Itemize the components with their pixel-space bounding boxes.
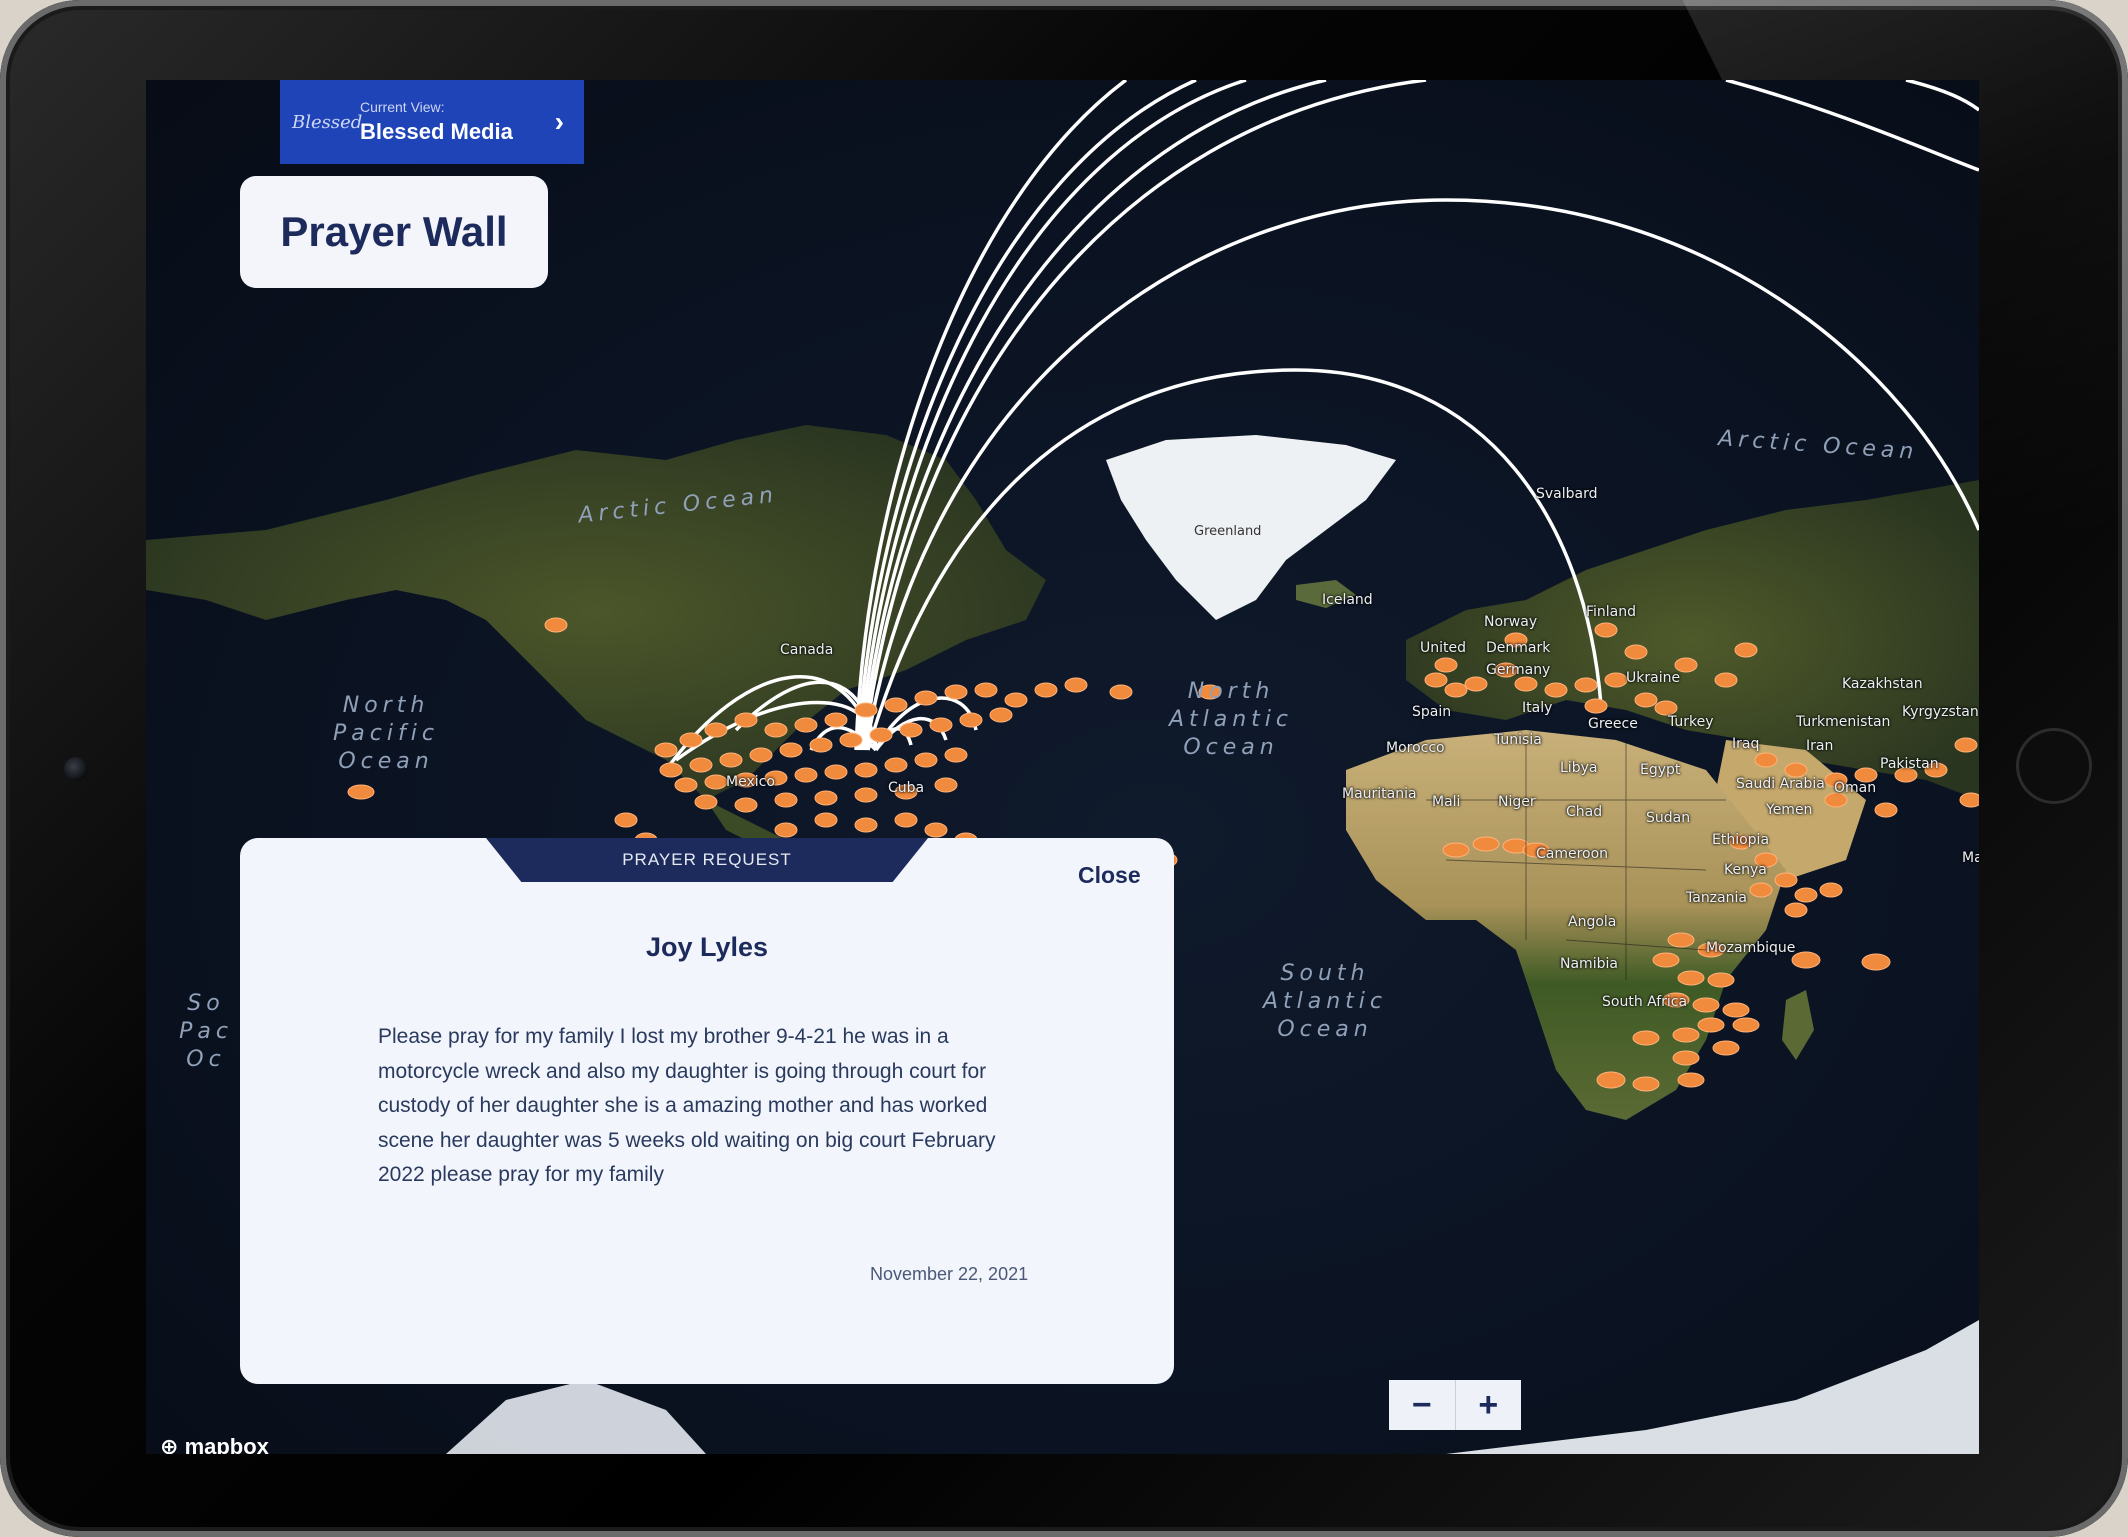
home-button[interactable]	[2016, 728, 2092, 804]
blessed-media-logo: Blessed	[292, 111, 363, 133]
place-label-south-africa: South Africa	[1602, 994, 1688, 1010]
place-label-tunisia: Tunisia	[1494, 732, 1542, 748]
place-label-germany: Germany	[1486, 662, 1551, 678]
place-label-mexico: Mexico	[726, 774, 775, 790]
place-label-chad: Chad	[1566, 804, 1603, 820]
current-view-text: Current View: Blessed Media	[360, 99, 555, 145]
place-label-mauritania: Mauritania	[1342, 786, 1417, 802]
ocean-label-south-pacific: So Pac Oc	[179, 991, 233, 1072]
place-label-italy: Italy	[1522, 700, 1553, 716]
current-view-value: Blessed Media	[360, 119, 513, 144]
place-label-tanzania: Tanzania	[1686, 890, 1747, 906]
zoom-in-button[interactable]: +	[1454, 1380, 1521, 1430]
place-label-kyrgyzstan: Kyrgyzstan	[1902, 704, 1979, 720]
place-label-denmark: Denmark	[1486, 640, 1551, 656]
prayer-request-body: Please pray for my family I lost my brot…	[378, 1025, 996, 1186]
place-label-canada: Canada	[780, 642, 834, 658]
requester-name: Joy Lyles	[645, 932, 769, 962]
place-label-svalbard: Svalbard	[1536, 486, 1598, 502]
place-label-saudi-arabia: Saudi Arabia	[1736, 776, 1825, 792]
place-label-yemen: Yemen	[1766, 802, 1813, 818]
place-label-iraq: Iraq	[1732, 736, 1760, 752]
page-title-card: Prayer Wall	[240, 176, 548, 288]
place-label-ukraine: Ukraine	[1626, 670, 1681, 686]
prayer-request-date: November 22, 2021	[870, 1264, 1029, 1284]
mapbox-attribution-text: mapbox	[184, 1434, 269, 1454]
place-label-ma: Ma	[1962, 850, 1979, 866]
current-view-label: Current View:	[360, 99, 445, 115]
place-label-turkey: Turkey	[1668, 714, 1714, 730]
place-label-angola: Angola	[1568, 914, 1617, 930]
prayer-request-tab-label: PRAYER REQUEST	[622, 850, 792, 869]
place-label-iran: Iran	[1806, 738, 1834, 754]
place-label-mozambique: Mozambique	[1706, 940, 1796, 956]
place-label-united: United	[1420, 640, 1466, 656]
place-label-morocco: Morocco	[1386, 740, 1445, 756]
mapbox-attribution[interactable]: ⊕ mapbox	[160, 1434, 269, 1454]
place-label-niger: Niger	[1498, 794, 1536, 810]
place-label-greenland: Greenland	[1194, 524, 1262, 539]
mapbox-logo-icon: ⊕	[160, 1434, 179, 1454]
place-label-finland: Finland	[1586, 604, 1637, 620]
prayer-request-panel: PRAYER REQUEST Close Joy Lyles Please pr…	[240, 838, 1174, 1384]
prayer-request-tab: PRAYER REQUEST	[486, 838, 928, 882]
tablet-frame: Arctic Ocean Arctic Ocean North Pacific …	[0, 0, 2128, 1537]
place-label-greece: Greece	[1588, 716, 1638, 732]
place-label-libya: Libya	[1560, 760, 1598, 776]
ocean-label-north-pacific: North Pacific Ocean	[333, 693, 439, 774]
place-label-cameroon: Cameroon	[1536, 846, 1609, 862]
zoom-controls: − +	[1389, 1380, 1521, 1430]
camera-icon	[64, 757, 88, 781]
current-view-selector[interactable]: Blessed Current View: Blessed Media ›	[280, 80, 584, 164]
place-label-ethiopia: Ethiopia	[1712, 832, 1770, 848]
chevron-right-icon: ›	[554, 106, 564, 137]
place-label-kazakhstan: Kazakhstan	[1842, 676, 1923, 692]
place-label-egypt: Egypt	[1640, 762, 1681, 778]
ocean-label-north-atlantic: North Atlantic Ocean	[1168, 679, 1294, 760]
ocean-label-south-atlantic: South Atlantic Ocean	[1262, 961, 1388, 1042]
place-label-spain: Spain	[1412, 704, 1452, 720]
place-label-cuba: Cuba	[888, 780, 925, 796]
place-label-turkmenistan: Turkmenistan	[1796, 714, 1891, 730]
zoom-out-button[interactable]: −	[1389, 1380, 1455, 1430]
close-button[interactable]: Close	[1078, 862, 1141, 889]
page-title: Prayer Wall	[280, 208, 508, 255]
place-label-mali: Mali	[1432, 794, 1461, 810]
place-label-oman: Oman	[1834, 780, 1877, 796]
place-label-norway: Norway	[1484, 614, 1538, 630]
place-label-sudan: Sudan	[1646, 810, 1691, 826]
place-label-namibia: Namibia	[1560, 956, 1618, 972]
map-screen[interactable]: Arctic Ocean Arctic Ocean North Pacific …	[146, 80, 1979, 1454]
place-label-kenya: Kenya	[1724, 862, 1767, 878]
place-label-pakistan: Pakistan	[1880, 756, 1939, 772]
place-label-iceland: Iceland	[1322, 592, 1373, 608]
